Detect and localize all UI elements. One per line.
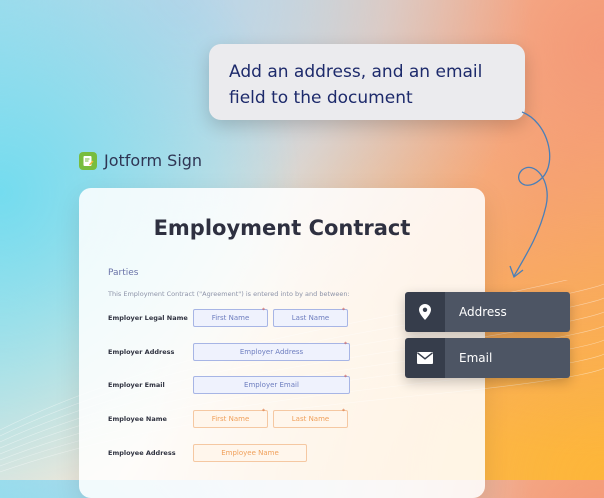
employee-last-name-field[interactable]: Last Name * xyxy=(273,408,348,428)
employer-email-field[interactable]: Employer Email * xyxy=(193,374,350,394)
address-button-label: Address xyxy=(445,292,570,332)
document-title: Employment Contract xyxy=(153,216,411,240)
edit-document-icon xyxy=(79,151,97,170)
employee-first-name-field[interactable]: First Name * xyxy=(193,408,268,428)
field-placeholder: Employee Name xyxy=(221,449,279,457)
required-mark: * xyxy=(344,374,347,381)
field-placeholder: Employer Address xyxy=(239,348,304,356)
employee-name-label: Employee Name xyxy=(108,415,167,423)
employee-address-label: Employee Address xyxy=(108,449,176,457)
curved-arrow-icon xyxy=(509,111,551,279)
employee-address-field[interactable]: Employee Name xyxy=(193,444,307,462)
employer-last-name-field[interactable]: Last Name * xyxy=(273,307,348,327)
ai-prompt-bubble: Add an address, and an email field to th… xyxy=(209,44,525,120)
intro-text: This Employment Contract ("Agreement") i… xyxy=(108,290,350,298)
field-placeholder: First Name xyxy=(211,415,250,423)
map-pin-icon xyxy=(405,292,445,332)
required-mark: * xyxy=(344,341,347,348)
required-mark: * xyxy=(262,408,265,415)
field-placeholder: Last Name xyxy=(291,314,330,322)
employer-address-label: Employer Address xyxy=(108,348,175,356)
add-email-field-button[interactable]: Email xyxy=(405,338,570,378)
field-placeholder: First Name xyxy=(211,314,250,322)
employer-first-name-field[interactable]: First Name * xyxy=(193,307,268,327)
brand-name: Jotform Sign xyxy=(104,151,203,170)
field-placeholder: Last Name xyxy=(291,415,330,423)
employer-legal-name-label: Employer Legal Name xyxy=(108,314,188,322)
section-heading: Parties xyxy=(108,268,139,278)
required-mark: * xyxy=(262,307,265,314)
prompt-line-1: Add an address, and an email xyxy=(229,62,483,82)
employer-email-label: Employer Email xyxy=(108,381,165,389)
required-mark: * xyxy=(342,307,345,314)
add-address-field-button[interactable]: Address xyxy=(405,292,570,332)
brand-header: Jotform Sign xyxy=(79,151,202,170)
prompt-line-2: field to the document xyxy=(229,88,413,108)
field-placeholder: Employer Email xyxy=(244,381,299,389)
required-mark: * xyxy=(342,408,345,415)
email-button-label: Email xyxy=(445,338,570,378)
envelope-icon xyxy=(405,338,445,378)
employer-address-field[interactable]: Employer Address * xyxy=(193,341,350,361)
